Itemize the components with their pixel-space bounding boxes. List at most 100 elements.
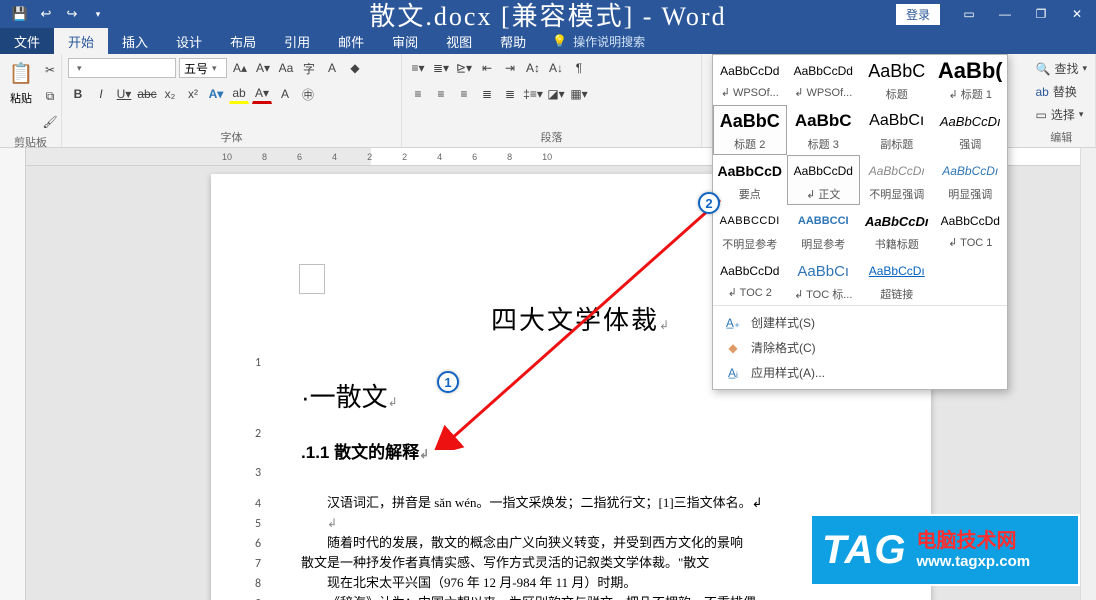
- distributed-icon[interactable]: ≣: [500, 84, 520, 104]
- style-title[interactable]: AaBbC标题: [860, 55, 934, 105]
- ribbon-options-icon[interactable]: ▭: [952, 2, 986, 26]
- line-number: 4: [255, 497, 261, 511]
- show-marks-icon[interactable]: ¶: [569, 58, 589, 78]
- style-subtitle[interactable]: AaBbCı副标题: [860, 105, 934, 155]
- tab-insert[interactable]: 插入: [108, 28, 162, 54]
- style-book-title[interactable]: AaBbCcDı书籍标题: [860, 205, 934, 255]
- line-spacing-icon[interactable]: ‡≡▾: [523, 84, 543, 104]
- highlight-icon[interactable]: ab: [229, 84, 249, 104]
- select-button[interactable]: ▭选择▾: [1034, 104, 1086, 125]
- style-list-para[interactable]: AaBbCcD要点: [713, 155, 787, 205]
- style-toc-1[interactable]: AaBbCcDd↲ TOC 1: [934, 205, 1008, 255]
- align-left-icon[interactable]: ≡: [408, 84, 428, 104]
- line-number: 3: [255, 466, 261, 480]
- subscript-button[interactable]: x₂: [160, 84, 180, 104]
- style-heading-1[interactable]: AaBb(↲ 标题 1: [934, 55, 1008, 105]
- sort-icon[interactable]: A↓: [546, 58, 566, 78]
- style-toc-2[interactable]: AaBbCcDd↲ TOC 2: [713, 255, 787, 305]
- enclose-char-icon[interactable]: ㊥: [298, 84, 318, 104]
- lightbulb-icon: 💡: [552, 34, 567, 48]
- vertical-scrollbar[interactable]: [1080, 148, 1096, 600]
- increase-indent-icon[interactable]: ⇥: [500, 58, 520, 78]
- minimize-icon[interactable]: —: [988, 2, 1022, 26]
- create-style-item[interactable]: A̲₊创建样式(S): [713, 310, 1007, 335]
- align-right-icon[interactable]: ≡: [454, 84, 474, 104]
- text-effects-icon[interactable]: A▾: [206, 84, 226, 104]
- cut-icon[interactable]: ✂: [40, 60, 60, 80]
- style-wpsof-1[interactable]: AaBbCcDd↲ WPSOf...: [713, 55, 787, 105]
- clear-format-item[interactable]: ◆清除格式(C): [713, 335, 1007, 360]
- format-painter-icon[interactable]: 🖌: [40, 112, 60, 132]
- grow-font-icon[interactable]: A▴: [230, 58, 250, 78]
- replace-button[interactable]: ab替换: [1034, 81, 1079, 102]
- margin-marker: [299, 264, 325, 294]
- asian-layout-icon[interactable]: A↕: [523, 58, 543, 78]
- numbering-icon[interactable]: ≣▾: [431, 58, 451, 78]
- tab-references[interactable]: 引用: [270, 28, 324, 54]
- apply-style-item[interactable]: A̲ᵢ应用样式(A)...: [713, 360, 1007, 385]
- char-border-icon[interactable]: A: [322, 58, 342, 78]
- change-case-icon[interactable]: Aa: [276, 58, 296, 78]
- restore-icon[interactable]: ❐: [1024, 2, 1058, 26]
- style-wpsof-2[interactable]: AaBbCcDd↲ WPSOf...: [787, 55, 861, 105]
- style-normal[interactable]: AaBbCcDd↲ 正文: [787, 155, 861, 205]
- tab-view[interactable]: 视图: [432, 28, 486, 54]
- tab-review[interactable]: 审阅: [378, 28, 432, 54]
- login-button[interactable]: 登录: [896, 4, 940, 25]
- shrink-font-icon[interactable]: A▾: [253, 58, 273, 78]
- tab-help[interactable]: 帮助: [486, 28, 540, 54]
- justify-icon[interactable]: ≣: [477, 84, 497, 104]
- align-center-icon[interactable]: ≡: [431, 84, 451, 104]
- window-controls: 登录 ▭ — ❐ ✕: [896, 2, 1096, 26]
- tab-mailings[interactable]: 邮件: [324, 28, 378, 54]
- underline-button[interactable]: U▾: [114, 84, 134, 104]
- style-toc-heading[interactable]: AaBbCı↲ TOC 标...: [787, 255, 861, 305]
- close-icon[interactable]: ✕: [1060, 2, 1094, 26]
- tab-file[interactable]: 文件: [0, 28, 54, 54]
- tab-home[interactable]: 开始: [54, 28, 108, 54]
- style-heading-3[interactable]: AaBbC标题 3: [787, 105, 861, 155]
- bullets-icon[interactable]: ≡▾: [408, 58, 428, 78]
- superscript-button[interactable]: x²: [183, 84, 203, 104]
- tab-design[interactable]: 设计: [162, 28, 216, 54]
- redo-icon[interactable]: ↪: [60, 2, 84, 26]
- phonetic-guide-icon[interactable]: 字: [299, 58, 319, 78]
- decrease-indent-icon[interactable]: ⇤: [477, 58, 497, 78]
- style-heading-2[interactable]: AaBbC标题 2: [713, 105, 787, 155]
- watermark-cn: 电脑技术网: [916, 530, 1030, 553]
- style-subtle-reference[interactable]: AABBCCDI不明显参考: [713, 205, 787, 255]
- multilevel-list-icon[interactable]: ⊵▾: [454, 58, 474, 78]
- copy-icon[interactable]: ⧉: [40, 86, 60, 106]
- style-intense-reference[interactable]: AABBCCI明显参考: [787, 205, 861, 255]
- ribbon-tabs: 文件 开始 插入 设计 布局 引用 邮件 审阅 视图 帮助 💡 操作说明搜索: [0, 28, 1096, 54]
- paragraph: 散文是一种抒发作者真情实感、写作方式灵活的记叙类文学体裁。"散文: [301, 553, 861, 573]
- style-intense-emphasis[interactable]: AaBbCcDı明显强调: [934, 155, 1008, 205]
- undo-icon[interactable]: ↩: [34, 2, 58, 26]
- paste-icon[interactable]: 📋: [6, 58, 36, 88]
- font-name-combo[interactable]: ▾: [68, 58, 176, 78]
- styles-menu: A̲₊创建样式(S) ◆清除格式(C) A̲ᵢ应用样式(A)...: [713, 305, 1007, 389]
- bold-button[interactable]: B: [68, 84, 88, 104]
- borders-icon[interactable]: ▦▾: [569, 84, 589, 104]
- clear-format-icon[interactable]: ◆: [345, 58, 365, 78]
- save-icon[interactable]: 💾: [8, 2, 32, 26]
- qat-customize-icon[interactable]: ▾: [86, 2, 110, 26]
- font-size-combo[interactable]: 五号▾: [179, 58, 227, 78]
- style-subtle-emphasis[interactable]: AaBbCcDı不明显强调: [860, 155, 934, 205]
- italic-button[interactable]: I: [91, 84, 111, 104]
- search-icon: 🔍: [1036, 62, 1051, 76]
- find-button[interactable]: 🔍查找▾: [1034, 58, 1090, 79]
- char-shading-icon[interactable]: A: [275, 84, 295, 104]
- select-label: 选择: [1051, 106, 1075, 123]
- paste-button[interactable]: 粘贴: [10, 90, 32, 106]
- style-emphasis[interactable]: AaBbCcDı强调: [934, 105, 1008, 155]
- shading-icon[interactable]: ◪▾: [546, 84, 566, 104]
- font-color-icon[interactable]: A▾: [252, 84, 272, 104]
- tab-layout[interactable]: 布局: [216, 28, 270, 54]
- strikethrough-button[interactable]: abc: [137, 84, 157, 104]
- quick-access-toolbar: 💾 ↩ ↪ ▾: [0, 2, 110, 26]
- line-number: 7: [255, 557, 261, 571]
- clear-format-label: 清除格式(C): [751, 339, 816, 356]
- tell-me-search[interactable]: 💡 操作说明搜索: [540, 28, 657, 54]
- style-hyperlink[interactable]: AaBbCcDı超链接: [860, 255, 934, 305]
